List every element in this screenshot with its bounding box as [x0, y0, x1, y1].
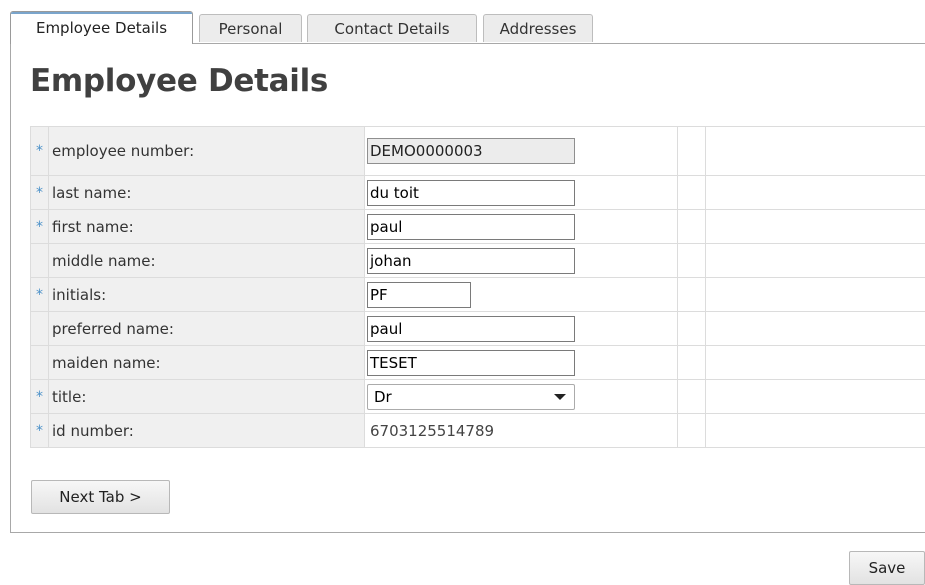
first-name-input[interactable]: paul: [367, 214, 575, 240]
row-initials: * initials: PF: [31, 278, 925, 312]
id-number-value: 6703125514789: [367, 422, 494, 440]
row-middle-name: middle name: johan: [31, 244, 925, 278]
tab-employee-details[interactable]: Employee Details: [10, 11, 193, 44]
row-employee-number: * employee number: DEMO0000003: [31, 127, 925, 176]
row-id-number: * id number: 6703125514789: [31, 414, 925, 448]
id-number-label: id number:: [49, 414, 365, 448]
row-last-name: * last name: du toit: [31, 176, 925, 210]
employee-number-label: employee number:: [49, 127, 365, 176]
required-marker: *: [31, 380, 49, 414]
employee-details-panel: Employee Details * employee number: DEMO…: [10, 43, 925, 533]
last-name-label: last name:: [49, 176, 365, 210]
last-name-input[interactable]: du toit: [367, 180, 575, 206]
tab-addresses[interactable]: Addresses: [483, 14, 593, 42]
save-button[interactable]: Save: [849, 551, 925, 585]
preferred-name-label: preferred name:: [49, 312, 365, 346]
initials-input[interactable]: PF: [367, 282, 471, 308]
row-maiden-name: maiden name: TESET: [31, 346, 925, 380]
title-label: title:: [49, 380, 365, 414]
maiden-name-input[interactable]: TESET: [367, 350, 575, 376]
required-marker: *: [31, 127, 49, 176]
row-preferred-name: preferred name: paul: [31, 312, 925, 346]
preferred-name-input[interactable]: paul: [367, 316, 575, 342]
tab-personal[interactable]: Personal: [199, 14, 302, 42]
row-title: * title: Dr: [31, 380, 925, 414]
title-select[interactable]: Dr: [367, 384, 575, 410]
required-marker: *: [31, 210, 49, 244]
row-first-name: * first name: paul: [31, 210, 925, 244]
required-marker: *: [31, 176, 49, 210]
required-marker: *: [31, 414, 49, 448]
required-marker: *: [31, 278, 49, 312]
first-name-label: first name:: [49, 210, 365, 244]
next-tab-button[interactable]: Next Tab >: [31, 480, 170, 514]
page-title: Employee Details: [30, 63, 328, 99]
employee-form-table: * employee number: DEMO0000003 * last na…: [30, 126, 925, 448]
chevron-down-icon: [554, 394, 566, 400]
employee-number-field: DEMO0000003: [367, 138, 575, 164]
middle-name-label: middle name:: [49, 244, 365, 278]
maiden-name-label: maiden name:: [49, 346, 365, 380]
tab-contact-details[interactable]: Contact Details: [307, 14, 477, 42]
title-select-value: Dr: [374, 388, 392, 406]
middle-name-input[interactable]: johan: [367, 248, 575, 274]
initials-label: initials:: [49, 278, 365, 312]
